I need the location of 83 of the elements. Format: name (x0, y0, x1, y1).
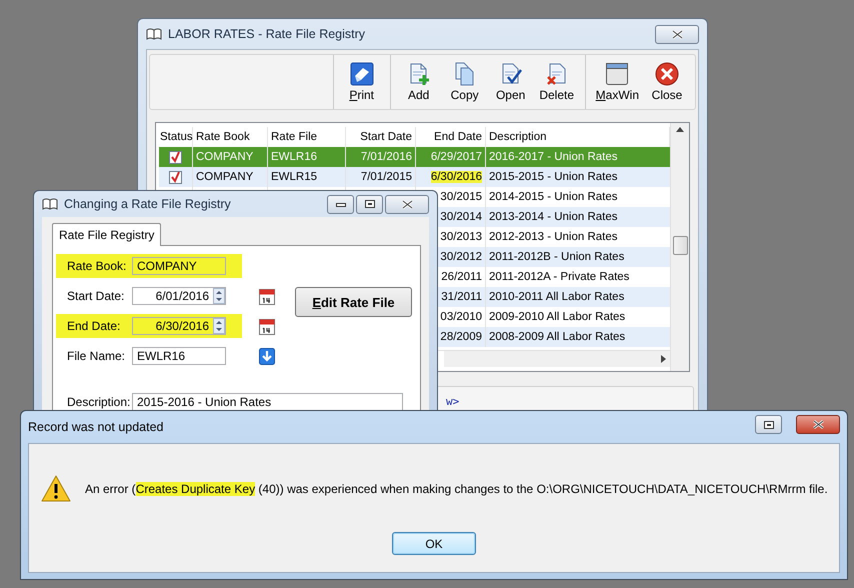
window-title: LABOR RATES - Rate File Registry (168, 27, 366, 41)
column-header[interactable]: Status (159, 127, 193, 147)
table-cell: 2014-2015 - Union Rates (489, 191, 618, 203)
toolbar-button[interactable]: Add (396, 59, 441, 105)
table-cell: 2012-2013 - Union Rates (489, 231, 618, 243)
warning-icon (41, 475, 71, 502)
toolbar-button[interactable]: Print (340, 59, 384, 105)
print-icon (350, 62, 374, 86)
table-cell: 30/2013 (440, 231, 482, 243)
minimize-button[interactable] (327, 194, 354, 214)
table-cell: 6/29/2017 (430, 151, 482, 163)
close-icon (672, 30, 682, 38)
selected-row[interactable]: COMPANY EWLR16 7/01/2016 6/29/2017 2016-2017 - Union Rates (159, 147, 670, 167)
toolbar-button[interactable]: Close (645, 59, 689, 105)
input-field[interactable]: EWLR16 (132, 347, 226, 365)
close-icon (655, 62, 679, 86)
toolbar-button[interactable]: Delete (534, 59, 579, 105)
vertical-scrollbar[interactable] (670, 123, 689, 371)
scrollbar-thumb[interactable] (672, 236, 688, 255)
table-cell: 26/2011 (441, 271, 482, 283)
toolbar-button[interactable]: Copy (442, 59, 487, 105)
table-cell: 2008-2009 All Labor Rates (489, 331, 626, 343)
input-field[interactable]: COMPANY (132, 257, 226, 275)
input-field[interactable]: 2015-2016 - Union Rates (132, 393, 403, 411)
table-cell: 2013-2014 - Union Rates (489, 211, 618, 223)
restore-icon (364, 200, 374, 208)
table-cell: 31/2011 (441, 291, 482, 303)
table-cell: 03/2010 (440, 311, 482, 323)
restore-icon (764, 420, 774, 428)
table-cell: 6/30/2016 (430, 171, 482, 183)
maximize-button[interactable] (755, 415, 782, 434)
table-cell: 30/2012 (440, 251, 482, 263)
window-icon (605, 62, 630, 86)
close-icon (812, 420, 824, 429)
table-cell: COMPANY (196, 171, 254, 183)
minimize-icon (336, 201, 346, 207)
table-cell: 7/01/2015 (360, 171, 412, 183)
window-title: Record was not updated (28, 420, 164, 434)
calendar-icon (259, 288, 275, 304)
toolbar-button[interactable]: Open (488, 59, 533, 105)
table-cell: 30/2014 (440, 211, 482, 223)
table-cell: EWLR16 (271, 151, 318, 163)
input-field[interactable]: 6/01/2016 (132, 287, 226, 305)
spinner-icon[interactable] (213, 288, 225, 304)
calendar-icon (259, 318, 275, 334)
scroll-up-icon[interactable] (676, 127, 684, 132)
table-cell: 7/01/2016 (360, 151, 412, 163)
table-cell: 2015-2015 - Union Rates (489, 171, 618, 183)
book-icon (42, 198, 58, 210)
horizontal-scrollbar[interactable] (444, 351, 670, 367)
field-label: Description: (67, 395, 132, 409)
maximize-button[interactable] (356, 194, 383, 214)
field-label: End Date: (67, 319, 122, 333)
table-cell: 2016-2017 - Union Rates (489, 151, 618, 163)
table-cell: COMPANY (196, 151, 254, 163)
close-icon (402, 200, 412, 208)
down-arrow-icon[interactable] (259, 348, 275, 364)
field-label: Rate Book: (67, 259, 128, 273)
field-label: File Name: (67, 349, 126, 363)
table-cell: EWLR15 (271, 171, 318, 183)
table-cell: 30/2015 (440, 191, 482, 203)
ok-button[interactable]: OK (392, 532, 476, 555)
scroll-right-icon[interactable] (661, 355, 666, 363)
spinner-icon[interactable] (213, 318, 225, 334)
error-message: An error (Creates Duplicate Key (40)) was experienced when making changes to the O:\ORG\NICETOUCH\DATA_NICETOUCH\RMrrm file. (85, 482, 828, 496)
table-cell: 28/2009 (440, 331, 482, 343)
table-cell: 2009-2010 All Labor Rates (489, 311, 626, 323)
book-icon (146, 28, 162, 40)
table-cell: 2011-2012B - Union Rates (489, 251, 624, 263)
table-cell: 2011-2012A - Private Rates (489, 271, 630, 283)
field-label: Start Date: (67, 289, 126, 303)
checked-checkbox[interactable] (169, 150, 182, 164)
input-field[interactable]: 6/30/2016 (132, 317, 226, 335)
edit-rate-file-button[interactable]: Edit Rate File (295, 287, 412, 317)
close-button[interactable] (385, 194, 429, 214)
checked-checkbox[interactable] (169, 170, 182, 184)
tab[interactable]: Rate File Registry (52, 223, 162, 246)
panel-text: w> (446, 394, 460, 408)
table-cell: 2010-2011 All Labor Rates (489, 291, 624, 303)
close-button[interactable] (796, 415, 840, 434)
toolbar-button[interactable]: MaxWin (592, 59, 643, 105)
window-title: Changing a Rate File Registry (64, 197, 231, 211)
close-button[interactable] (655, 24, 699, 44)
